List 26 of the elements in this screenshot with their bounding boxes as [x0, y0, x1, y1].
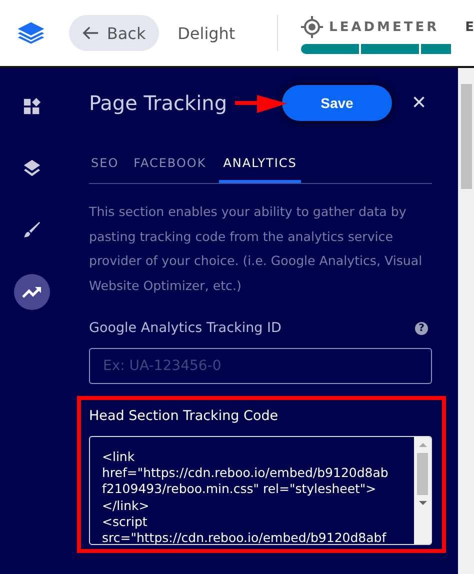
- description-text: This section enables your ability to gather data by pasting tracking code from the analytics service provider of your choice. (i.e. Google Analytics, Visual Website Optimizer, etc.): [89, 203, 424, 295]
- page-name: Delight: [178, 24, 236, 42]
- tab[interactable]: SEO: [89, 150, 126, 183]
- trending-up-icon[interactable]: [22, 285, 42, 299]
- brush-icon[interactable]: [23, 221, 41, 239]
- field-label: Head Section Tracking Code: [89, 408, 280, 424]
- widgets-icon[interactable]: [22, 96, 42, 116]
- close-button[interactable]: ×: [412, 89, 426, 117]
- input-field[interactable]: Ex: UA-123456-0: [89, 348, 432, 384]
- panel-title: Page Tracking: [89, 91, 228, 115]
- field-label: Google Analytics Tracking ID: [89, 320, 282, 336]
- save-button[interactable]: Save: [282, 85, 392, 121]
- sidebar-item[interactable]: [14, 274, 50, 310]
- layers-icon[interactable]: [23, 159, 41, 177]
- leadmeter-label: LEADMETER: [329, 20, 440, 34]
- target-icon: [301, 16, 324, 38]
- help-icon[interactable]: ?: [415, 322, 428, 334]
- cut-label: E: [465, 20, 474, 34]
- layers-logo-icon[interactable]: [17, 20, 46, 46]
- tab[interactable]: FACEBOOK: [132, 150, 214, 183]
- arrow-left-icon: [82, 26, 99, 40]
- back-button[interactable]: Back: [69, 15, 159, 51]
- page-scrollbar[interactable]: [458, 68, 474, 574]
- annotation-arrow: [235, 95, 287, 113]
- tab[interactable]: ANALYTICS: [219, 150, 301, 183]
- scrollbar[interactable]: [414, 437, 431, 544]
